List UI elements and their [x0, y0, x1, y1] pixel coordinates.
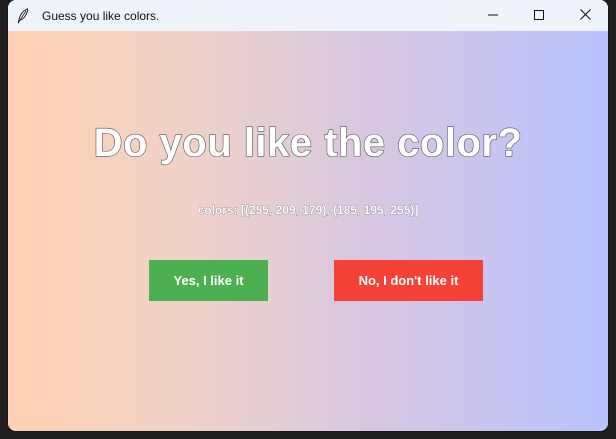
question-heading: Do you like the color?: [93, 120, 523, 165]
window-title: Guess you like colors.: [42, 8, 160, 23]
app-window: Guess you like colors. Do you like the c…: [8, 0, 608, 431]
window-controls: [470, 0, 608, 31]
close-icon: [579, 7, 591, 25]
no-dislike-button[interactable]: No, I don't like it: [334, 260, 483, 301]
color-preview-area: Do you like the color? colors: [(255, 20…: [8, 31, 608, 431]
maximize-icon: [534, 7, 544, 25]
maximize-button[interactable]: [516, 0, 562, 31]
colors-label: colors: [(255, 209, 179), (185, 195, 255…: [197, 203, 419, 218]
title-bar[interactable]: Guess you like colors.: [8, 0, 608, 31]
feather-icon: [16, 7, 30, 24]
minimize-icon: [488, 7, 498, 25]
minimize-button[interactable]: [470, 0, 516, 31]
close-button[interactable]: [562, 0, 608, 31]
yes-like-button[interactable]: Yes, I like it: [149, 260, 268, 301]
